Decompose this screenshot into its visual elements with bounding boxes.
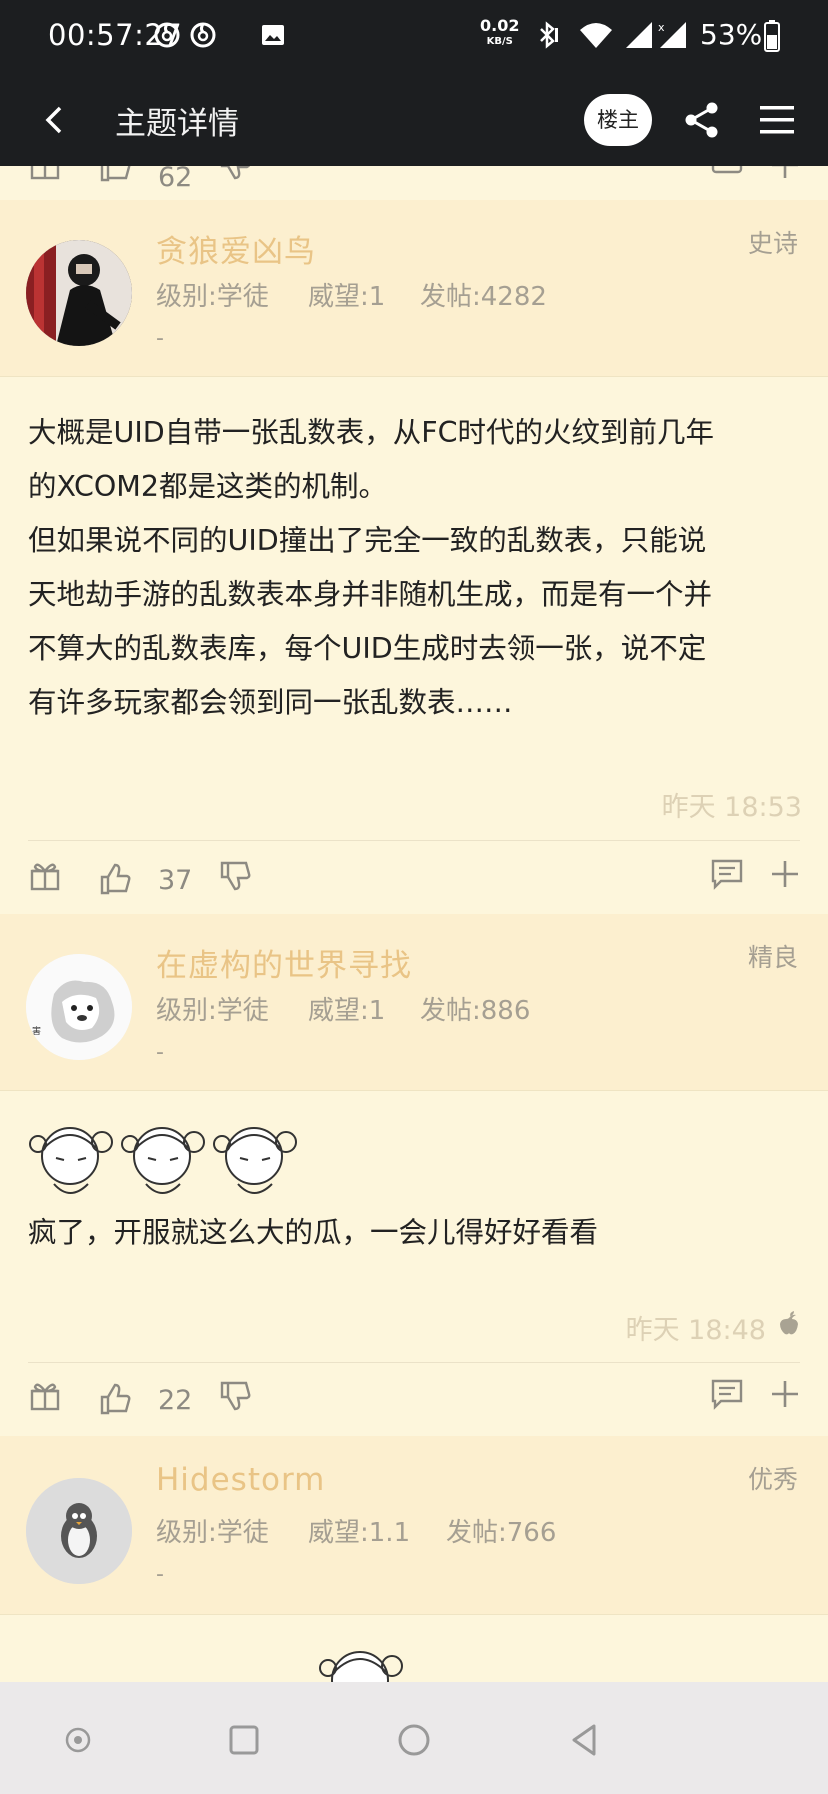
post-content: 大概是UID自带一张乱数表，从FC时代的火纹到前几年 的XCOM2都是这类的机制… [28,406,803,730]
thumbs-up-icon[interactable] [98,166,132,182]
post-time: 昨天 18:48 [625,1315,766,1346]
assist-dot-icon[interactable] [58,1720,98,1760]
user-signature: - [156,1562,164,1587]
content-line: 不算大的乱数表库，每个UID生成时去领一张，说不定 [28,632,707,665]
gift-icon[interactable] [28,1379,62,1413]
user-signature: - [156,1040,164,1065]
bluetooth-icon [540,21,558,49]
username[interactable]: 在虚构的世界寻找 [156,940,412,985]
post-actions: 37 [0,841,828,915]
svg-text:x: x [658,21,665,34]
avatar[interactable] [26,240,132,346]
content-line: 但如果说不同的UID撞出了完全一致的乱数表，只能说 [28,524,707,557]
system-nav-bar [0,1682,828,1794]
user-post-count: 发帖:4282 [420,282,547,312]
gift-icon[interactable] [28,166,62,182]
battery-icon [764,20,780,52]
user-signature: - [156,326,164,351]
only-op-button[interactable]: 楼主 [584,94,652,146]
menu-icon[interactable] [758,102,796,138]
wifi-icon [580,23,612,48]
back-icon[interactable] [564,1720,604,1760]
net-speed-value: 0.02 [480,16,520,35]
thumbs-down-icon[interactable] [218,1379,252,1413]
thumbs-down-icon[interactable] [218,166,252,182]
net-speed: 0.02 KB/S [480,18,519,50]
like-count: 62 [158,166,193,193]
user-prestige: 威望:1 [308,282,386,312]
image-icon [262,25,284,45]
username[interactable]: 贪狼爱凶鸟 [156,226,316,271]
gift-icon[interactable] [28,859,62,893]
post-header: Hidestorm 优秀 级别:学徒 威望:1.1 发帖:766 - [0,1436,828,1615]
net-speed-unit: KB/S [486,36,513,47]
content-line: 有许多玩家都会领到同一张乱数表…… [28,686,513,719]
post-item: Hidestorm 优秀 级别:学徒 威望:1.1 发帖:766 - [0,1436,828,1682]
recents-icon[interactable] [224,1720,264,1760]
netease-music-icon [190,22,216,48]
plus-icon[interactable] [768,857,802,891]
content-line: 疯了，开服就这么大的瓜，一会儿得好好看看 [28,1216,599,1249]
user-post-count: 发帖:766 [446,1518,557,1548]
signal-icon [626,22,652,48]
like-count: 22 [158,1385,193,1416]
back-arrow-icon[interactable] [38,102,74,138]
share-icon[interactable] [682,100,722,140]
user-prestige: 威望:1.1 [308,1518,411,1548]
content-line: 大概是UID自带一张乱数表，从FC时代的火纹到前几年 [28,416,715,449]
home-icon[interactable] [394,1720,434,1760]
signal-x-icon: x [658,21,686,48]
content-line: 的XCOM2都是这类的机制。 [28,470,388,503]
post-content: 疯了，开服就这么大的瓜，一会儿得好好看看 [28,1206,803,1260]
netease-music-icon [154,22,180,48]
svg-text:害: 害 [32,1025,41,1037]
sticker-row [28,1118,304,1206]
prev-post-actions: 62 [0,166,828,201]
apple-icon [780,1311,798,1335]
user-level: 级别:学徒 [156,1518,269,1548]
status-bar: 00:57:27 0.02 KB/S x 53% [0,0,828,74]
avatar[interactable]: 害 [26,954,132,1060]
content-line: 天地劫手游的乱数表本身并非随机生成，而是有一个并 [28,578,713,611]
post-item: 贪狼爱凶鸟 史诗 级别:学徒 威望:1 发帖:4282 - 大概是UID自带一张… [0,200,828,914]
post-item: 害 在虚构的世界寻找 精良 级别:学徒 威望:1 发帖:886 - 疯了，开服就… [0,914,828,1436]
sticker-emoji [319,1651,403,1682]
like-count: 37 [158,865,193,896]
user-level: 级别:学徒 [156,282,269,312]
user-post-count: 发帖:886 [420,996,531,1026]
user-rank: 史诗 [747,229,798,258]
plus-icon[interactable] [768,166,802,182]
battery-percent: 53% [700,18,763,51]
thumbs-up-icon[interactable] [98,861,132,895]
post-actions: 22 [0,1363,828,1437]
user-prestige: 威望:1 [308,996,386,1026]
comment-icon[interactable] [710,166,744,182]
thumbs-down-icon[interactable] [218,859,252,893]
post-header: 贪狼爱凶鸟 史诗 级别:学徒 威望:1 发帖:4282 - [0,200,828,377]
user-level: 级别:学徒 [156,996,269,1026]
comment-icon[interactable] [710,857,744,891]
thumbs-up-icon[interactable] [98,1381,132,1415]
post-header: 害 在虚构的世界寻找 精良 级别:学徒 威望:1 发帖:886 - [0,914,828,1091]
username[interactable]: Hidestorm [156,1462,325,1498]
avatar[interactable] [26,1478,132,1584]
sticker-emoji [213,1127,297,1194]
user-rank: 精良 [747,943,798,972]
page-title: 主题详情 [115,106,239,142]
post-time: 昨天 18:53 [661,792,802,823]
sticker-emoji [29,1127,113,1194]
plus-icon[interactable] [768,1377,802,1411]
comment-icon[interactable] [710,1377,744,1411]
app-bar: 主题详情 楼主 [0,74,828,166]
user-rank: 优秀 [747,1465,798,1494]
sticker-emoji [121,1127,205,1194]
